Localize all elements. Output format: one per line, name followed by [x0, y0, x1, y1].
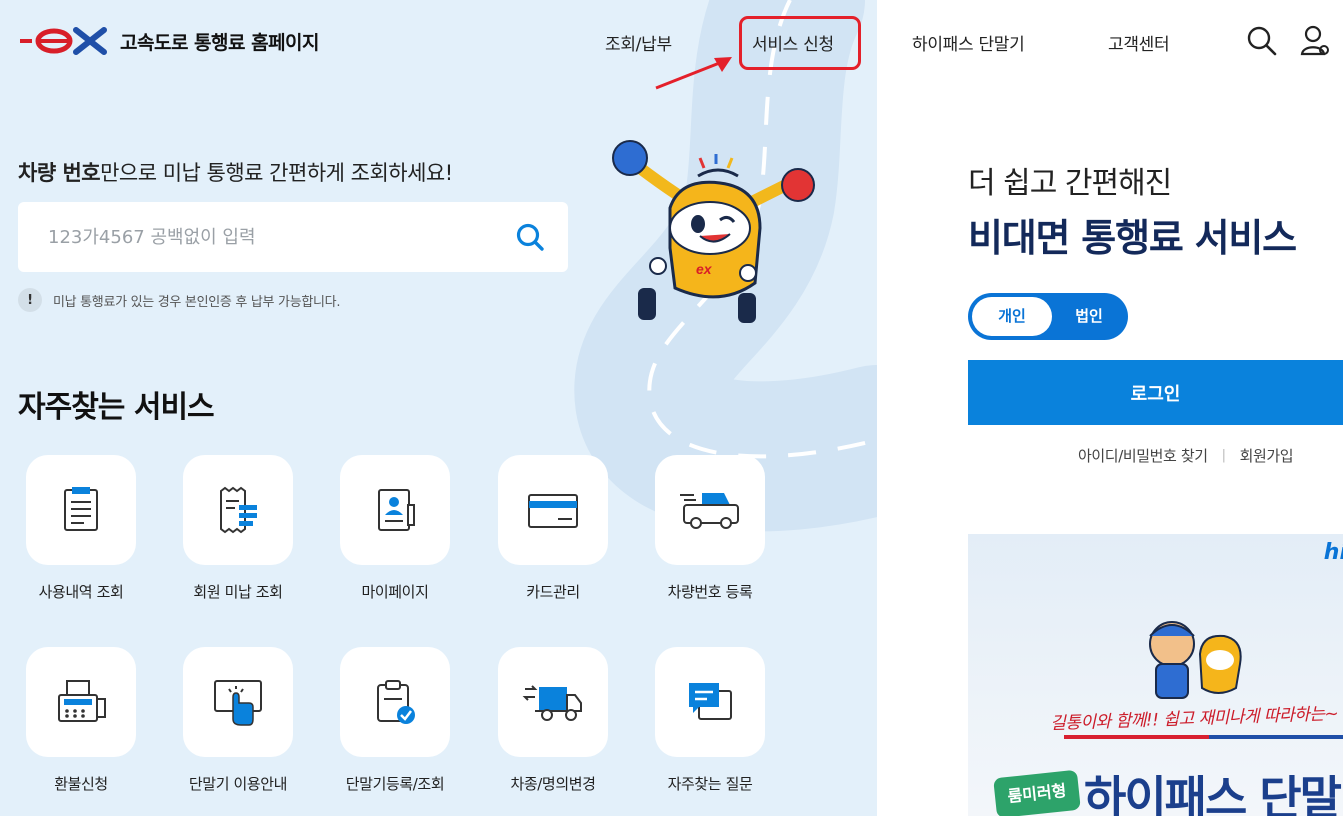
toggle-personal[interactable]: 개인 — [972, 297, 1052, 336]
nav-customer-center[interactable]: 고객센터 — [1108, 30, 1170, 55]
hipass-banner[interactable]: hi 길통이와 함께!! 쉽고 재미나게 따라하는~ 룸미러형 하이패스 단말 — [968, 534, 1343, 816]
headline-bold: 차량 번호 — [18, 161, 101, 185]
service-vehicle-register[interactable]: 차량번호 등록 — [635, 455, 785, 602]
banner-divider — [1064, 735, 1343, 739]
service-card-manage[interactable]: 카드관리 — [478, 455, 628, 602]
chat-bubbles-icon — [689, 683, 732, 720]
service-card[interactable] — [340, 647, 450, 757]
document-list-icon — [64, 487, 98, 531]
find-id-password-link[interactable]: 아이디/비밀번호 찾기 — [1078, 445, 1208, 466]
user-icon[interactable] — [1300, 24, 1332, 58]
credit-card-icon — [528, 494, 578, 528]
link-separator: | — [1221, 448, 1226, 463]
notice-text: 미납 통행료가 있는 경우 본인인증 후 납부 가능합니다. — [53, 294, 341, 310]
exclamation-icon: ! — [18, 288, 42, 312]
car-icon — [680, 493, 739, 529]
service-label: 단말기등록/조회 — [345, 775, 445, 793]
service-card[interactable] — [498, 647, 608, 757]
signup-link[interactable]: 회원가입 — [1240, 445, 1294, 466]
member-type-toggle: 개인 법인 — [968, 293, 1128, 340]
service-card[interactable] — [498, 455, 608, 565]
frequent-services-title: 자주찾는 서비스 — [18, 390, 215, 425]
service-label: 차량번호 등록 — [667, 583, 753, 601]
account-links: 아이디/비밀번호 찾기 | 회원가입 — [1078, 445, 1294, 466]
banner-caption: 길통이와 함께!! 쉽고 재미나게 따라하는~ — [1049, 703, 1339, 735]
fax-machine-icon — [58, 680, 106, 722]
login-subtitle: 더 쉽고 간편해진 — [968, 166, 1172, 201]
service-card[interactable] — [183, 455, 293, 565]
service-mypage[interactable]: 마이페이지 — [320, 455, 470, 602]
service-card[interactable] — [26, 455, 136, 565]
service-unpaid-lookup[interactable]: 회원 미납 조회 — [163, 455, 313, 602]
search-box — [18, 202, 568, 272]
notice: ! 미납 통행료가 있는 경우 본인인증 후 납부 가능합니다. — [18, 288, 340, 312]
profile-card-icon — [378, 489, 415, 531]
banner-headline: 하이패스 단말 — [1084, 771, 1342, 816]
search-icon[interactable] — [1246, 24, 1278, 58]
login-button[interactable]: 로그인 — [968, 360, 1343, 425]
service-card[interactable] — [340, 455, 450, 565]
service-refund[interactable]: 환불신청 — [6, 647, 156, 794]
truck-exchange-icon — [522, 685, 582, 721]
service-card[interactable] — [655, 647, 765, 757]
clipboard-check-icon — [377, 680, 415, 724]
service-label: 차종/명의변경 — [510, 775, 596, 793]
service-label: 단말기 이용안내 — [188, 775, 288, 793]
service-card[interactable] — [183, 647, 293, 757]
ex-logo-icon — [20, 27, 107, 55]
svg-text:ex: ex — [696, 261, 713, 277]
banner-mascots — [1149, 621, 1242, 699]
service-vehicle-change[interactable]: 차종/명의변경 — [478, 647, 628, 794]
receipt-icon — [220, 486, 257, 534]
service-card[interactable] — [655, 455, 765, 565]
service-label: 마이페이지 — [361, 583, 429, 601]
site-logo[interactable]: 고속도로 통행료 홈페이지 — [18, 26, 320, 56]
logo-text: 고속도로 통행료 홈페이지 — [120, 31, 320, 54]
search-headline: 차량 번호만으로 미납 통행료 간편하게 조회하세요! — [18, 157, 453, 187]
red-arrow-annotation — [655, 57, 732, 90]
service-label: 카드관리 — [526, 583, 580, 601]
service-label: 자주찾는 질문 — [667, 775, 753, 793]
highlight-box — [739, 16, 861, 70]
service-label: 환불신청 — [54, 775, 108, 793]
plate-number-input[interactable] — [48, 202, 498, 272]
touch-screen-icon — [214, 680, 262, 726]
headline-rest: 만으로 미납 통행료 간편하게 조회하세요! — [100, 161, 453, 185]
service-device-guide[interactable]: 단말기 이용안내 — [163, 647, 313, 794]
service-faq[interactable]: 자주찾는 질문 — [635, 647, 785, 794]
service-card[interactable] — [26, 647, 136, 757]
mascot-illustration: ex — [612, 140, 815, 323]
login-title: 비대면 통행료 서비스 — [968, 216, 1297, 260]
service-usage-history[interactable]: 사용내역 조회 — [6, 455, 156, 602]
service-label: 사용내역 조회 — [38, 583, 124, 601]
toggle-corporate[interactable]: 법인 — [1054, 297, 1124, 336]
nav-hipass-device[interactable]: 하이패스 단말기 — [912, 30, 1025, 55]
search-button-icon[interactable] — [514, 221, 546, 253]
service-device-register[interactable]: 단말기등록/조회 — [320, 647, 470, 794]
banner-logo: hi — [1323, 540, 1343, 565]
service-label: 회원 미납 조회 — [193, 583, 283, 601]
banner-tag: 룸미러형 — [993, 769, 1081, 816]
